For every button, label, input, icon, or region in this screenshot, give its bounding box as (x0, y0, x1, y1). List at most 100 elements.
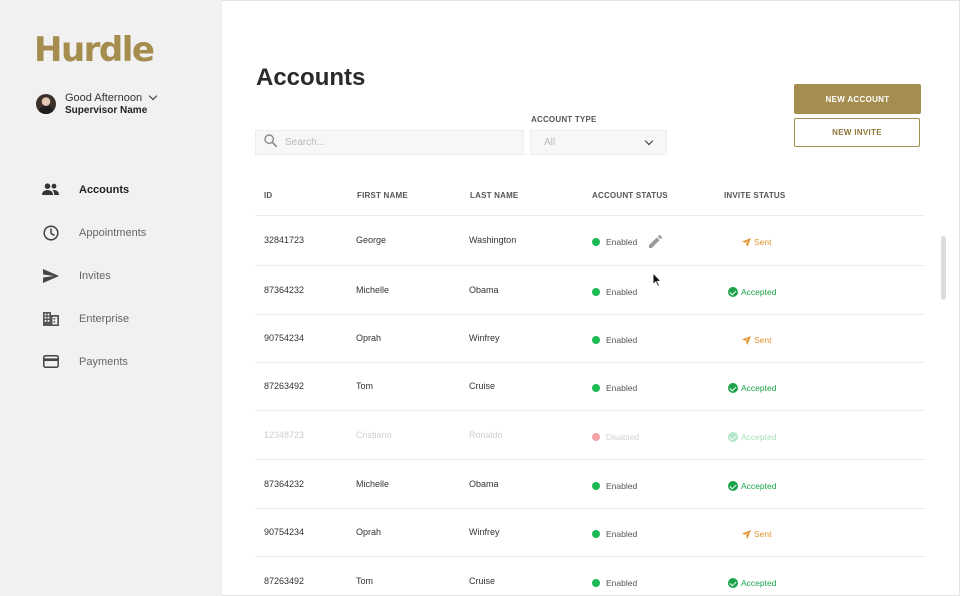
sidebar-item-appointments[interactable]: Appointments (42, 211, 146, 254)
column-header-invite-status[interactable]: INVITE STATUS (724, 191, 785, 200)
status-dot (592, 433, 600, 441)
table-header: ID FIRST NAME LAST NAME ACCOUNT STATUS I… (255, 184, 925, 216)
account-status: Enabled (592, 529, 637, 539)
user-name: Supervisor Name (65, 105, 148, 116)
cell-first-name: Oprah (356, 527, 382, 537)
table-row[interactable]: 87364232 Michelle Obama Enabled Accepted (255, 460, 925, 509)
table-row[interactable]: 32841723 George Washington Enabled Sent (255, 217, 925, 266)
scrollbar-thumb[interactable] (941, 236, 946, 300)
sidebar-item-label: Accounts (79, 183, 130, 196)
invite-status: Accepted (728, 287, 776, 297)
check-circle-icon (728, 432, 738, 442)
account-type-select[interactable]: All (530, 130, 667, 155)
cell-id: 32841723 (264, 235, 305, 245)
account-status: Disabled (592, 432, 639, 442)
column-header-first-name[interactable]: FIRST NAME (357, 191, 408, 200)
invite-status-label: Accepted (741, 432, 777, 442)
building-icon (42, 310, 59, 327)
column-header-id[interactable]: ID (264, 191, 272, 200)
invite-status-label: Sent (754, 529, 772, 539)
sidebar-nav: Accounts Appointments Invites Enterprise… (42, 168, 146, 383)
account-type-value: All (544, 137, 556, 148)
status-dot (592, 579, 600, 587)
cell-id: 87263492 (264, 381, 305, 391)
invite-status-label: Accepted (741, 481, 777, 491)
sidebar-item-payments[interactable]: Payments (42, 340, 146, 383)
sidebar-item-label: Payments (79, 355, 128, 368)
status-dot (592, 288, 600, 296)
sidebar: Hurdle Good Afternoon Supervisor Name Ac… (0, 0, 222, 596)
new-invite-button[interactable]: NEW INVITE (794, 118, 920, 147)
cell-id: 90754234 (264, 527, 305, 537)
invite-status: Sent (741, 237, 772, 247)
status-label: Enabled (606, 287, 638, 297)
cell-id: 90754234 (264, 333, 305, 343)
status-dot (592, 336, 600, 344)
table-row[interactable]: 90754234 Oprah Winfrey Enabled Sent (255, 508, 925, 557)
table-row[interactable]: 12348723 Cristiano Ronaldo Disabled Accepted (255, 411, 925, 460)
status-dot (592, 238, 600, 246)
cell-id: 87364232 (264, 285, 305, 295)
send-icon (741, 335, 751, 345)
column-header-last-name[interactable]: LAST NAME (470, 191, 518, 200)
sidebar-item-enterprise[interactable]: Enterprise (42, 297, 146, 340)
user-menu[interactable]: Good Afternoon Supervisor Name (36, 91, 158, 116)
check-circle-icon (728, 481, 738, 491)
cell-id: 87263492 (264, 576, 305, 586)
status-dot (592, 384, 600, 392)
page-title: Accounts (256, 64, 366, 91)
sidebar-item-label: Invites (79, 269, 111, 282)
cell-first-name: Tom (356, 576, 374, 586)
cell-last-name: Washington (469, 235, 517, 245)
sidebar-item-invites[interactable]: Invites (42, 254, 146, 297)
column-header-account-status[interactable]: ACCOUNT STATUS (592, 191, 668, 200)
chevron-down-icon (644, 136, 654, 145)
account-status: Enabled (592, 237, 637, 247)
send-icon (741, 529, 751, 539)
send-icon (741, 237, 751, 247)
check-circle-icon (728, 287, 738, 297)
cell-first-name: George (356, 235, 387, 245)
status-label: Enabled (606, 481, 638, 491)
table-row[interactable]: 90754234 Oprah Winfrey Enabled Sent (255, 314, 925, 363)
sidebar-item-accounts[interactable]: Accounts (42, 168, 146, 211)
cell-last-name: Winfrey (469, 333, 500, 343)
credit-card-icon (42, 353, 59, 370)
invite-status-label: Accepted (741, 383, 777, 393)
logo[interactable]: Hurdle (34, 30, 155, 70)
sidebar-item-label: Appointments (79, 226, 147, 239)
avatar (36, 94, 56, 114)
check-circle-icon (728, 578, 738, 588)
user-info: Good Afternoon Supervisor Name (65, 91, 158, 116)
account-status: Enabled (592, 481, 637, 491)
new-account-button[interactable]: NEW ACCOUNT (794, 84, 921, 114)
invite-status: Accepted (728, 432, 776, 442)
account-status: Enabled (592, 335, 637, 345)
status-label: Enabled (606, 529, 638, 539)
search-box[interactable] (255, 130, 524, 155)
invite-status: Sent (741, 529, 772, 539)
cell-last-name: Ronaldo (469, 430, 503, 440)
cell-first-name: Tom (356, 381, 374, 391)
check-circle-icon (728, 383, 738, 393)
chevron-down-icon[interactable] (148, 91, 158, 101)
sidebar-item-label: Enterprise (79, 312, 130, 325)
invite-status-label: Accepted (741, 287, 777, 297)
status-dot (592, 482, 600, 490)
edit-icon[interactable] (649, 234, 663, 253)
status-label: Enabled (606, 237, 638, 247)
status-dot (592, 530, 600, 538)
cell-first-name: Michelle (356, 479, 390, 489)
search-input[interactable] (285, 137, 505, 148)
greeting-text: Good Afternoon (65, 92, 143, 104)
account-status: Enabled (592, 287, 637, 297)
cell-last-name: Winfrey (469, 527, 500, 537)
account-status: Enabled (592, 383, 637, 393)
table-row[interactable]: 87263492 Tom Cruise Enabled Accepted (255, 362, 925, 411)
table-row[interactable]: 87263492 Tom Cruise Enabled Accepted (255, 557, 925, 596)
invite-status-label: Accepted (741, 578, 777, 588)
cell-first-name: Oprah (356, 333, 382, 343)
cell-last-name: Cruise (469, 381, 496, 391)
table-row[interactable]: 87364232 Michelle Obama Enabled Accepted (255, 266, 925, 315)
status-label: Enabled (606, 335, 638, 345)
